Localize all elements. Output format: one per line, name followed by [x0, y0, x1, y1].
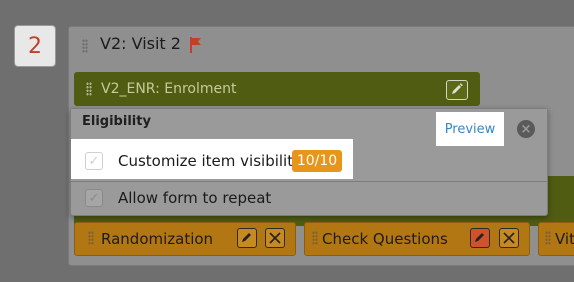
event-title: V2: Visit 2 — [100, 34, 181, 53]
edit-button[interactable] — [237, 228, 257, 248]
checkmark-icon: ✓ — [88, 153, 100, 169]
form-edit-button[interactable] — [446, 80, 468, 100]
row-number: 2 — [14, 25, 56, 67]
tile-label: Randomization — [101, 230, 214, 248]
allow-repeat-checkbox[interactable]: ✓ — [85, 189, 103, 207]
preview-button[interactable]: Preview — [436, 112, 504, 146]
close-icon[interactable]: × — [517, 120, 535, 138]
menu-divider — [71, 181, 547, 182]
edit-pencil-icon — [452, 83, 463, 94]
drag-handle-icon[interactable] — [88, 231, 94, 245]
tile-label: Check Questions — [322, 230, 448, 248]
flag-icon — [190, 37, 201, 53]
drag-handle-icon[interactable] — [545, 231, 551, 245]
edit-pencil-icon — [242, 233, 251, 242]
drag-handle-icon[interactable] — [86, 82, 92, 96]
remove-x-icon — [503, 232, 515, 244]
edit-button[interactable] — [470, 228, 490, 248]
remove-x-icon — [269, 232, 281, 244]
customize-visibility-checkbox[interactable]: ✓ — [85, 152, 103, 170]
remove-button[interactable] — [499, 228, 519, 248]
visibility-count-badge: 10/10 — [292, 150, 342, 172]
allow-repeat-label[interactable]: Allow form to repeat — [118, 189, 271, 207]
drag-handle-icon[interactable] — [82, 39, 88, 53]
tile-label: Vit — [555, 230, 574, 248]
drag-handle-icon[interactable] — [312, 231, 318, 245]
form-title: V2_ENR: Enrolment — [101, 81, 237, 97]
menu-title: Eligibility — [82, 114, 151, 129]
remove-button[interactable] — [265, 228, 285, 248]
customize-visibility-label[interactable]: Customize item visibility — [118, 152, 302, 170]
checkmark-icon: ✓ — [88, 190, 100, 206]
edit-pencil-icon — [475, 233, 484, 242]
